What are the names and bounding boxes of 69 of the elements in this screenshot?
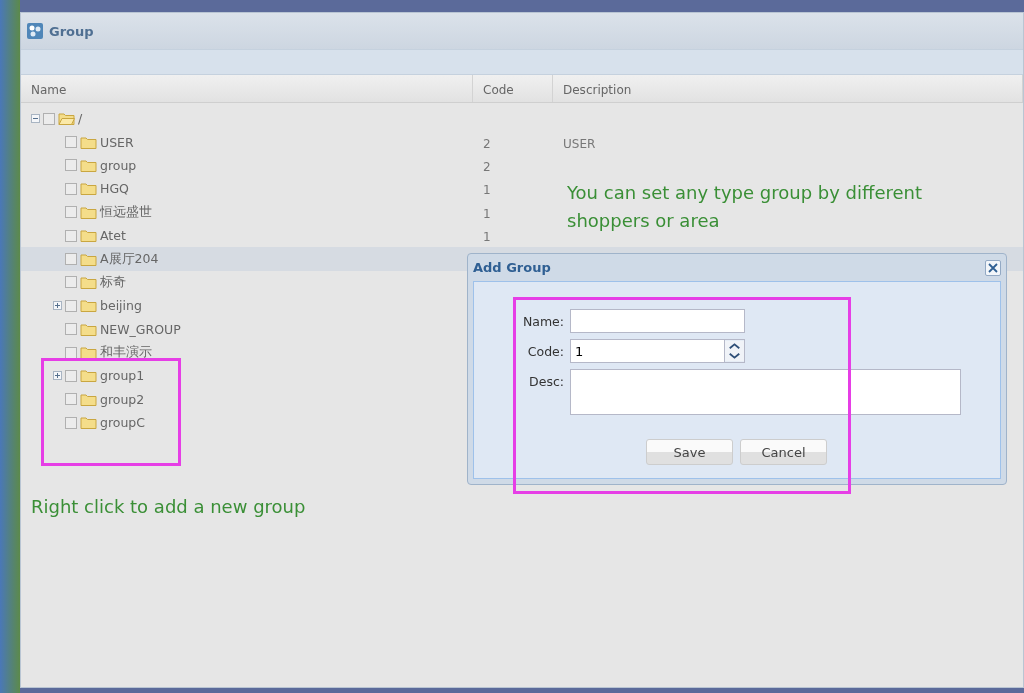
group-icon [27,23,43,39]
tree-item[interactable]: / [78,111,83,127]
checkbox[interactable] [65,346,77,359]
table-cell-text: 1 [482,230,491,245]
description-field[interactable] [570,369,961,415]
column-header[interactable]: Description [553,75,1023,102]
expand-icon[interactable] [53,371,62,381]
folder-icon [80,205,97,219]
table-cell-text: 1 [482,206,491,221]
checkbox[interactable] [65,276,77,289]
column-header[interactable]: Code [473,75,553,102]
tree-item[interactable]: USER [100,134,134,150]
expand-icon[interactable] [53,301,62,311]
folder-icon [80,346,97,360]
checkbox[interactable] [65,370,77,382]
checkbox[interactable] [65,299,77,312]
window-title: Group [49,23,94,39]
column-header[interactable]: Name [21,75,473,102]
checkbox[interactable] [65,136,77,149]
tree-item[interactable]: NEW_GROUP [100,321,181,337]
folder-icon [80,416,97,430]
folder-icon [80,275,97,289]
tree-item[interactable]: A展厅204 [100,250,159,268]
field-label: Code: [526,343,564,359]
checkbox[interactable] [65,159,77,172]
tree-item[interactable]: group1 [100,368,145,384]
tree-item[interactable]: beijing [100,298,142,314]
dialog-title: Add Group [473,260,551,275]
checkbox[interactable] [65,206,77,219]
close-button[interactable] [985,259,1001,276]
checkbox[interactable] [65,253,77,266]
table-cell-text: 2 [482,136,491,151]
collapse-icon[interactable] [31,114,40,124]
field-label: Name: [521,313,564,329]
table-cell-text: USER [562,136,596,151]
folder-icon [80,392,97,406]
folder-icon [80,182,97,196]
name-field[interactable] [570,309,745,333]
checkbox[interactable] [65,182,77,195]
tree-item[interactable]: 和丰演示 [100,344,152,362]
field-label: Desc: [528,373,564,389]
code-field[interactable]: 1 [570,339,725,363]
checkbox[interactable] [43,112,55,125]
tree-item[interactable]: group2 [100,391,145,407]
checkbox[interactable] [65,229,77,242]
save-button[interactable]: Save [646,439,733,465]
cancel-button[interactable]: Cancel [740,439,827,465]
folder-icon [80,135,97,149]
checkbox[interactable] [65,393,77,406]
tree-item[interactable]: 标奇 [100,273,126,291]
folder-icon [80,229,97,243]
checkbox[interactable] [65,416,77,429]
tree-item[interactable]: 恒远盛世 [100,203,152,221]
tree-item[interactable]: HGQ [100,181,129,197]
annotation-text: Right click to add a new group [31,495,306,519]
folder-icon [80,299,97,313]
tree-item[interactable]: group [100,157,137,173]
annotation-text: You can set any type group by different shoppers or area [567,181,924,233]
folder-icon [80,369,97,383]
folder-icon [58,112,75,126]
table-cell-text: 1 [482,183,491,198]
spinner-arrows-icon[interactable] [725,339,745,363]
folder-icon [80,158,97,172]
checkbox[interactable] [65,323,77,336]
tree-item[interactable]: groupC [100,415,146,431]
folder-icon [80,322,97,336]
table-cell-text: 2 [482,159,491,174]
tree-item[interactable]: Atet [100,228,126,244]
folder-icon [80,252,97,266]
